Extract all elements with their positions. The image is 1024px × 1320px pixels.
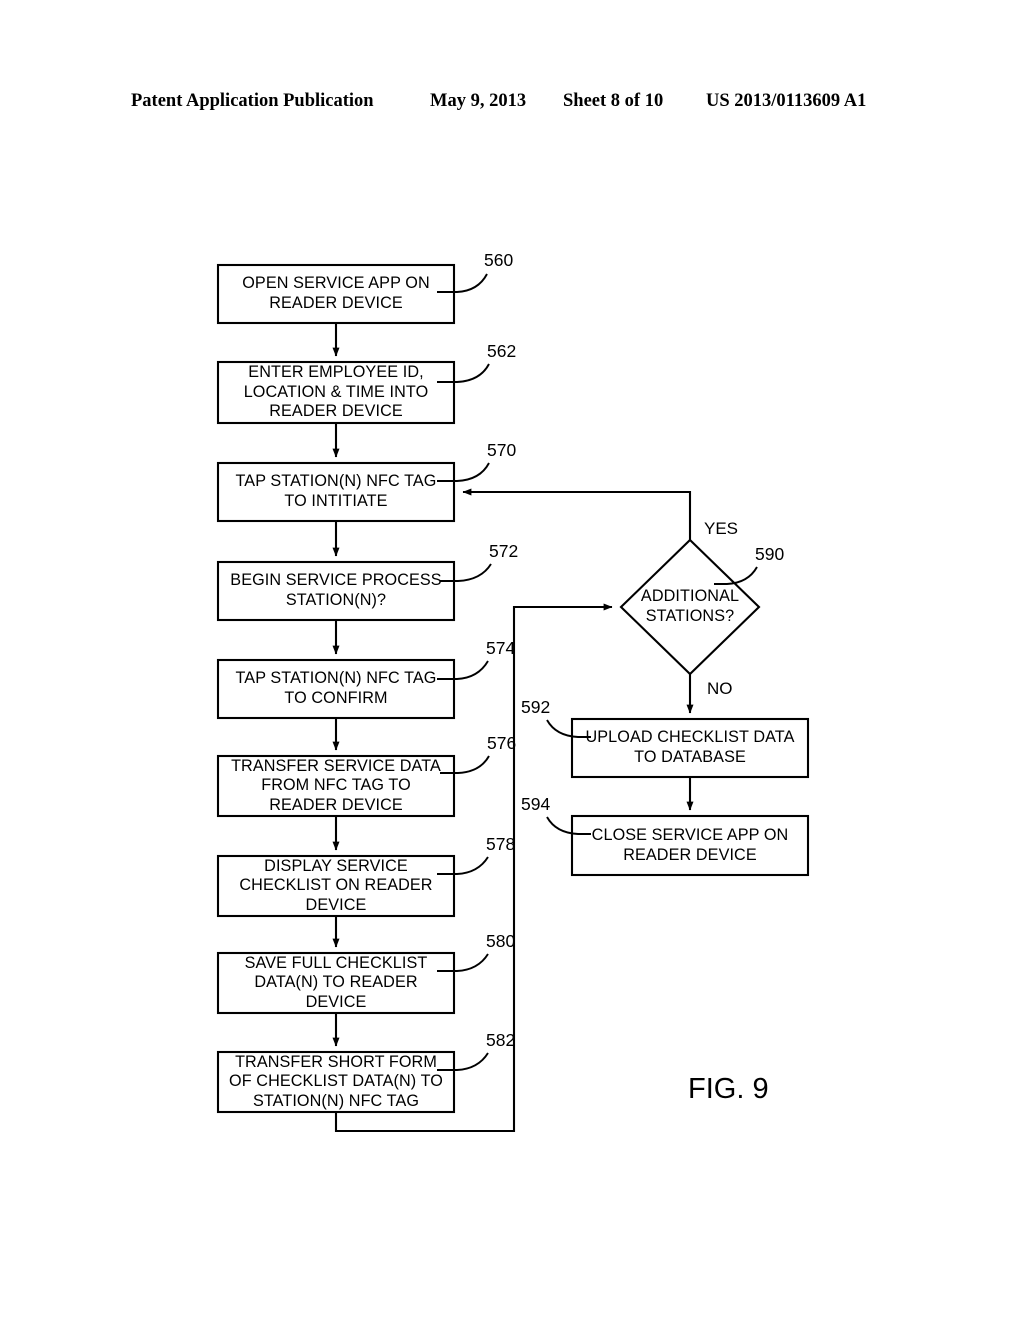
node-label-570: TAP STATION(N) NFC TAG TO INTITIATE: [235, 472, 437, 510]
node-label-580: SAVE FULL CHECKLIST DATA(N) TO READER DE…: [244, 953, 428, 1011]
ref-numeral-572: 572: [489, 541, 519, 561]
node-label-594: CLOSE SERVICE APP ON READER DEVICE: [591, 825, 789, 864]
node-label-592: UPLOAD CHECKLIST DATA TO DATABASE: [585, 728, 795, 766]
ref-numeral-562: 562: [487, 341, 517, 361]
connector-590-yes-to-570: [462, 488, 692, 540]
ref-numeral-578: 578: [486, 834, 516, 854]
node-label-574: TAP STATION(N) NFC TAG TO CONFIRM: [235, 669, 437, 707]
branch-label-yes: YES: [704, 519, 739, 538]
ref-numeral-580: 580: [486, 931, 516, 951]
node-label-562: ENTER EMPLOYEE ID, LOCATION & TIME INTO …: [243, 363, 429, 421]
flowchart-line-art: [216, 263, 810, 1133]
node-label-590: ADDITIONAL STATIONS?: [640, 587, 740, 625]
node-label-576: TRANSFER SERVICE DATA FROM NFC TAG TO RE…: [231, 756, 441, 814]
ref-numeral-592: 592: [521, 697, 551, 717]
ref-numeral-594: 594: [521, 794, 551, 814]
ref-numeral-570: 570: [487, 440, 517, 460]
figure-caption: FIG. 9: [688, 1073, 769, 1105]
ref-numeral-560: 560: [484, 250, 514, 270]
ref-numeral-574: 574: [486, 638, 516, 658]
ref-numeral-576: 576: [487, 733, 517, 753]
node-label-582: TRANSFER SHORT FORM OF CHECKLIST DATA(N)…: [229, 1052, 443, 1110]
node-label-578: DISPLAY SERVICE CHECKLIST ON READER DEVI…: [239, 856, 433, 914]
node-label-572: BEGIN SERVICE PROCESS STATION(N)?: [230, 571, 442, 609]
node-label-560: OPEN SERVICE APP ON READER DEVICE: [242, 274, 430, 312]
ref-numeral-582: 582: [486, 1030, 516, 1050]
branch-label-no: NO: [707, 679, 733, 698]
ref-numeral-590: 590: [755, 544, 785, 564]
figure-9-flowchart: OPEN SERVICE APP ON READER DEVICE ENTER …: [0, 0, 1024, 1320]
